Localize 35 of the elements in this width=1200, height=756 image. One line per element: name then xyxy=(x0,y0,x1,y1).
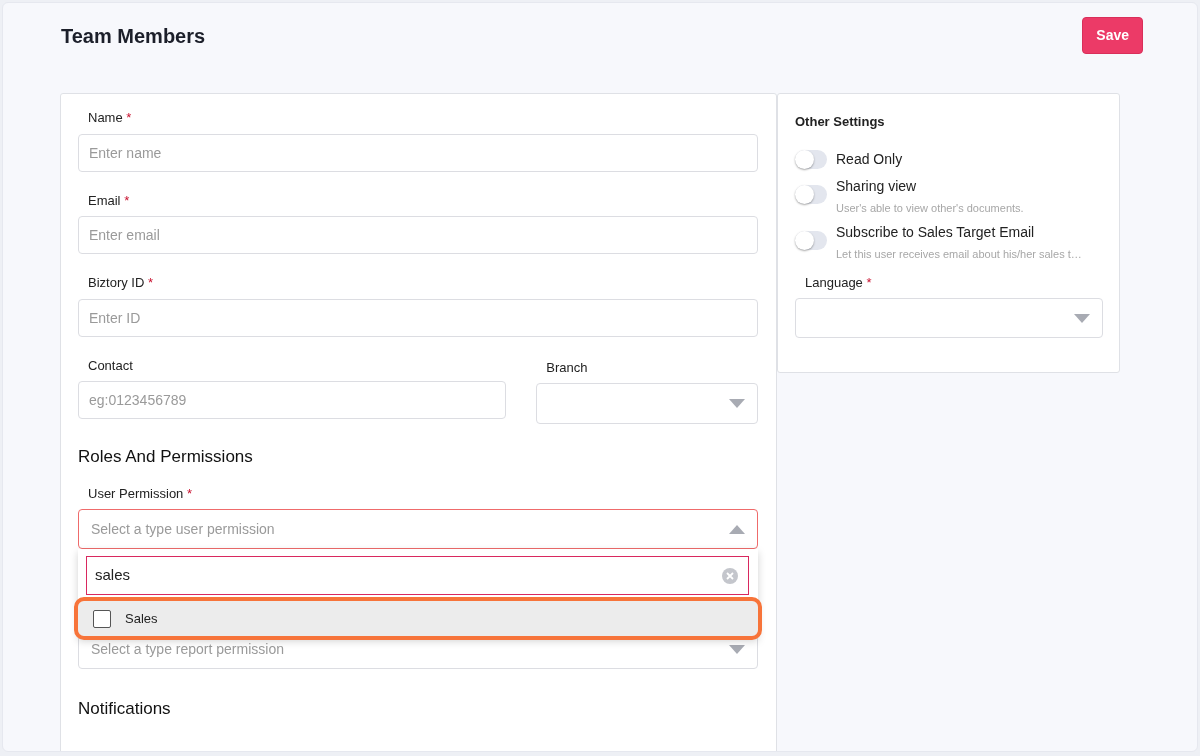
input-field[interactable]: eg:0123456789 xyxy=(78,381,507,419)
checkbox[interactable] xyxy=(93,609,111,628)
field-label: Name * xyxy=(88,109,132,127)
page-title: Team Members xyxy=(61,24,206,49)
input-field[interactable]: Enter name xyxy=(78,133,758,172)
caret-icon xyxy=(729,524,745,534)
field-label: User Permission * xyxy=(88,484,193,503)
section-heading: Notifications xyxy=(78,698,172,720)
caret-icon xyxy=(1074,313,1090,323)
card-title: Other Settings xyxy=(795,113,886,131)
select-field[interactable]: Select a type user permission xyxy=(78,509,758,549)
input-field[interactable]: Enter ID xyxy=(78,298,758,337)
select-field[interactable] xyxy=(795,298,1103,338)
input-field[interactable]: Enter email xyxy=(78,216,758,254)
search-field[interactable]: sales xyxy=(86,556,749,595)
field-label: Contact xyxy=(88,356,133,375)
toggle-label: Subscribe to Sales Target Email xyxy=(836,223,1036,242)
toggle-switch[interactable] xyxy=(795,184,827,204)
toggle-label: Sharing view xyxy=(836,176,918,196)
section-heading: Roles And Permissions xyxy=(78,446,254,468)
caret-icon xyxy=(729,399,745,408)
clear-icon[interactable] xyxy=(722,567,738,584)
save-button[interactable]: Save xyxy=(1082,17,1143,54)
toggle-hint: User's able to view other's documents. xyxy=(836,200,1024,216)
field-label: Language * xyxy=(805,273,872,292)
field-label: Branch xyxy=(546,358,588,377)
toggle-switch[interactable] xyxy=(795,149,827,169)
field-label: Biztory ID * xyxy=(88,274,154,292)
caret-icon xyxy=(729,644,745,654)
field-label: Email * xyxy=(88,191,130,210)
toggle-label: Read Only xyxy=(836,149,903,169)
toggle-hint: Let this user receives email about his/her sales t… xyxy=(836,247,1082,262)
select-field[interactable] xyxy=(536,383,758,424)
option-label: Sales xyxy=(125,609,158,628)
toggle-switch[interactable] xyxy=(795,231,827,250)
